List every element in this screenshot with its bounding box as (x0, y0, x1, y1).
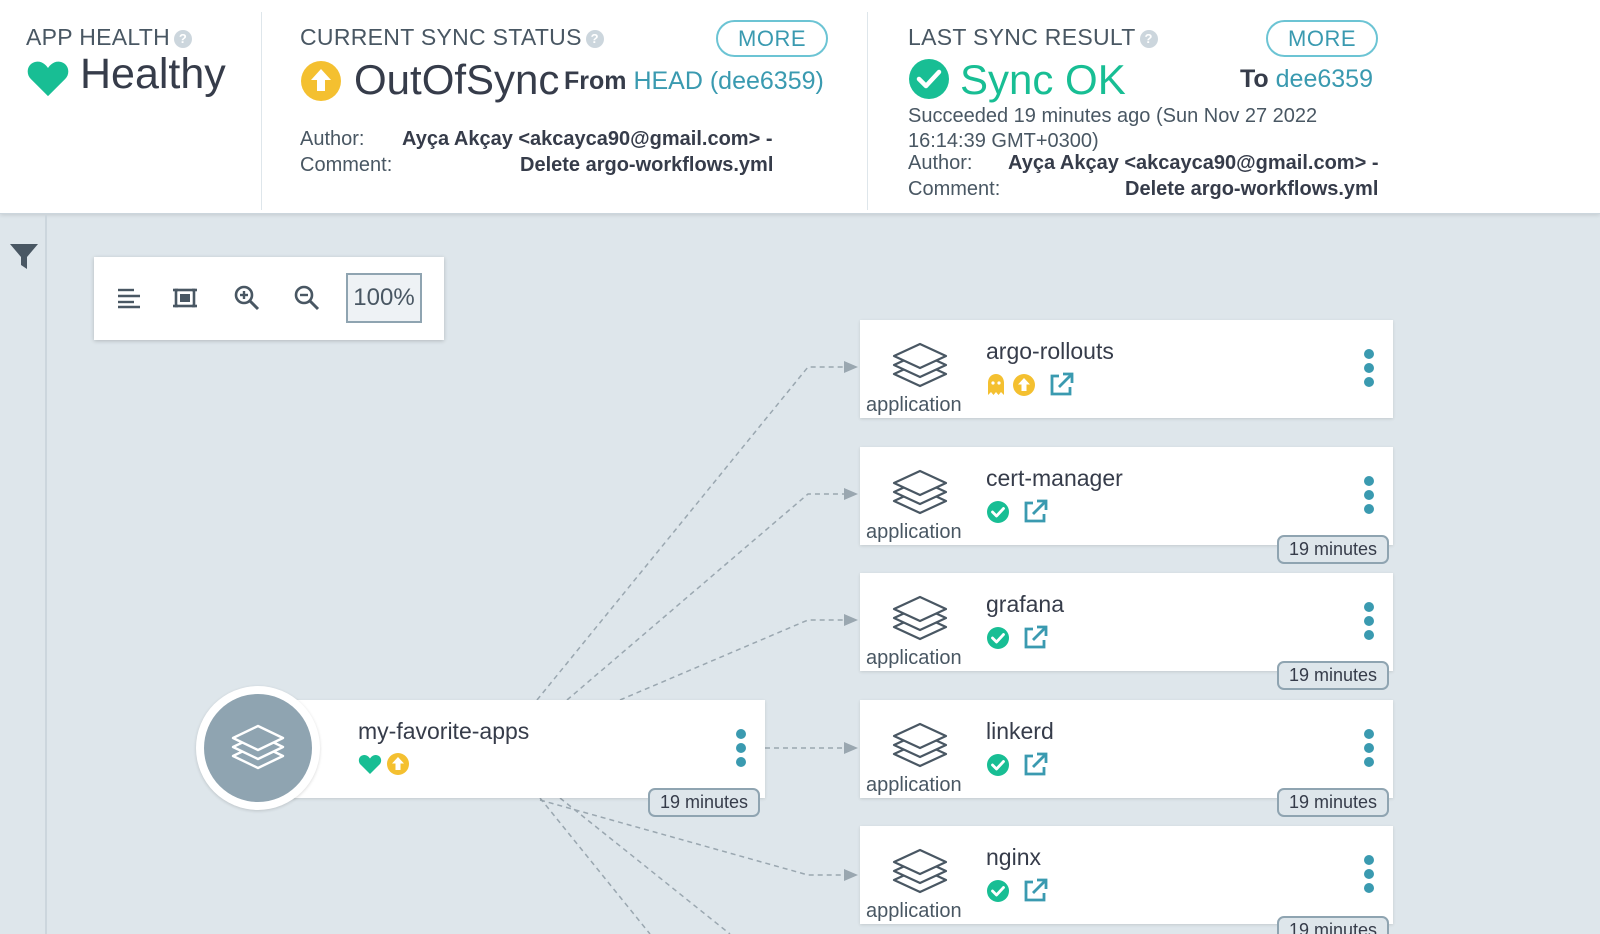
zoom-out-icon[interactable] (290, 281, 324, 315)
current-sync-more-button[interactable]: MORE (716, 20, 828, 57)
node-status (986, 499, 1048, 525)
author-value: Ayça Akçay <akcayca90@gmail.com> - (1008, 152, 1379, 174)
last-sync-more-button[interactable]: MORE (1266, 20, 1378, 57)
node-menu-icon[interactable] (1363, 476, 1375, 516)
zoom-in-icon[interactable] (230, 281, 264, 315)
comment-value: Delete argo-workflows.yml (520, 154, 774, 176)
author-label: Author: (908, 152, 973, 174)
node-name: nginx (986, 844, 1041, 870)
check-circle-icon (987, 754, 1009, 776)
app-health-panel: APP HEALTH? Healthy (0, 12, 262, 210)
check-circle-icon (987, 501, 1009, 523)
current-sync-panel: CURRENT SYNC STATUS? MORE OutOfSync From… (262, 12, 868, 210)
app-node-nginx[interactable]: application nginx 19 minutes (860, 826, 1393, 934)
fit-screen-icon[interactable] (168, 281, 202, 315)
app-health-title: APP HEALTH? (26, 24, 193, 51)
layers-icon (892, 848, 948, 894)
layers-icon (231, 724, 285, 770)
app-node-linkerd[interactable]: application linkerd 19 minutes (860, 700, 1393, 817)
last-sync-title: LAST SYNC RESULT? (908, 24, 1158, 51)
external-link-icon[interactable] (1048, 372, 1074, 398)
last-sync-value: Sync OK (960, 56, 1126, 103)
app-node-grafana[interactable]: application grafana 19 minutes (860, 573, 1393, 690)
node-name: argo-rollouts (986, 338, 1114, 364)
layers-icon (892, 595, 948, 641)
node-status (358, 752, 410, 776)
last-sync-panel: LAST SYNC RESULT? MORE Sync OK To dee635… (868, 12, 1388, 210)
filter-sidebar (0, 215, 47, 934)
succeeded-date: 16:14:39 GMT+0300) (908, 130, 1099, 152)
check-circle-icon (987, 627, 1009, 649)
node-menu-icon[interactable] (1363, 729, 1375, 769)
comment-label: Comment: (300, 154, 393, 176)
node-name: my-favorite-apps (358, 718, 530, 744)
zoom-level[interactable]: 100% (346, 273, 422, 323)
filter-icon[interactable] (8, 240, 40, 272)
node-status (986, 372, 1074, 398)
author-value: Ayça Akçay <akcayca90@gmail.com> - (402, 128, 773, 150)
current-sync-revision: From HEAD (dee6359) (564, 67, 824, 95)
author-label: Author: (300, 128, 365, 150)
app-status-header: APP HEALTH? Healthy CURRENT SYNC STATUS?… (0, 0, 1600, 214)
succeeded-text: Succeeded 19 minutes ago (Sun Nov 27 202… (908, 105, 1318, 127)
last-sync-revision: To dee6359 (1240, 65, 1373, 93)
external-link-icon[interactable] (1022, 878, 1048, 904)
out-of-sync-icon (1013, 374, 1035, 396)
list-view-icon[interactable] (112, 281, 146, 315)
external-link-icon[interactable] (1022, 625, 1048, 651)
node-kind: application (866, 394, 962, 416)
node-age-badge: 19 minutes (1276, 788, 1389, 817)
node-kind: application (866, 521, 962, 543)
node-name: linkerd (986, 718, 1054, 744)
out-of-sync-icon (301, 61, 341, 101)
node-name: grafana (986, 591, 1065, 617)
app-health-value: Healthy (80, 50, 226, 98)
external-link-icon[interactable] (1022, 499, 1048, 525)
heart-icon (27, 61, 69, 97)
node-kind: application (866, 774, 962, 796)
node-status (986, 878, 1048, 904)
node-menu-icon[interactable] (1363, 855, 1375, 895)
node-age-badge: 19 minutes (1276, 535, 1389, 564)
node-status (986, 625, 1048, 651)
layers-icon (892, 469, 948, 515)
node-menu-icon[interactable] (1363, 349, 1375, 389)
help-icon[interactable]: ? (174, 30, 193, 48)
app-node-cert-manager[interactable]: application cert-manager 19 minutes (860, 447, 1393, 564)
graph-toolbar: 100% (94, 257, 444, 340)
current-sync-value: OutOfSync (354, 56, 560, 103)
node-name: cert-manager (986, 465, 1123, 491)
current-sync-title: CURRENT SYNC STATUS? (300, 24, 604, 51)
check-circle-icon (987, 880, 1009, 902)
root-app-node[interactable]: my-favorite-apps 19 minutes (290, 700, 765, 817)
node-kind: application (866, 900, 962, 922)
help-icon[interactable]: ? (585, 30, 604, 48)
comment-value: Delete argo-workflows.yml (1125, 178, 1379, 200)
root-app-icon (196, 686, 320, 810)
external-link-icon[interactable] (1022, 752, 1048, 778)
node-age-badge: 19 minutes (1276, 916, 1389, 934)
heart-icon (358, 754, 382, 774)
node-status (986, 752, 1048, 778)
revision-link[interactable]: HEAD (dee6359) (633, 67, 823, 95)
node-menu-icon[interactable] (735, 729, 747, 769)
help-icon[interactable]: ? (1139, 30, 1158, 48)
out-of-sync-icon (387, 753, 409, 775)
node-kind: application (866, 647, 962, 669)
revision-link[interactable]: dee6359 (1276, 65, 1373, 93)
node-age-badge: 19 minutes (648, 788, 761, 817)
node-menu-icon[interactable] (1363, 602, 1375, 642)
app-node-argo-rollouts[interactable]: application argo-rollouts (860, 320, 1393, 418)
node-age-badge: 19 minutes (1276, 661, 1389, 690)
layers-icon (892, 342, 948, 388)
check-circle-icon (909, 59, 949, 99)
ghost-icon (988, 374, 1004, 395)
layers-icon (892, 722, 948, 768)
comment-label: Comment: (908, 178, 1001, 200)
